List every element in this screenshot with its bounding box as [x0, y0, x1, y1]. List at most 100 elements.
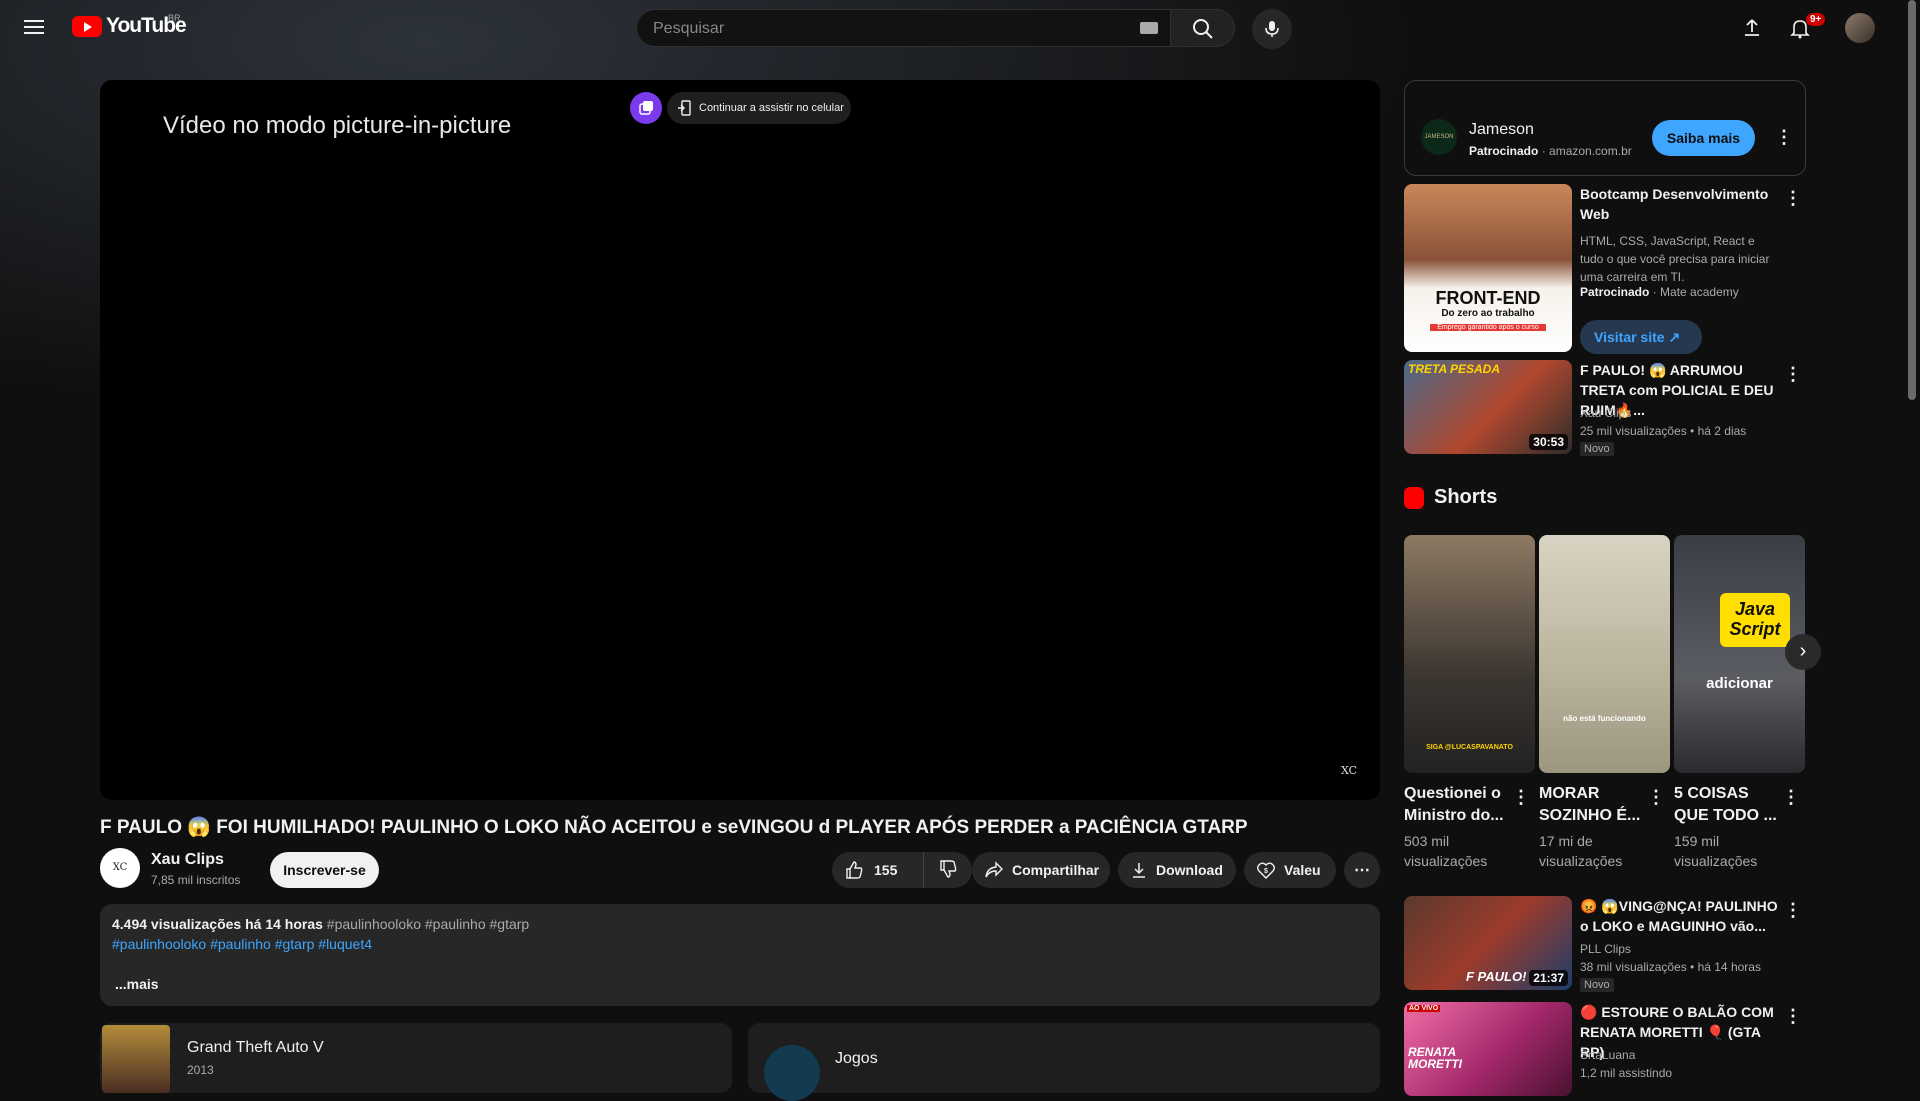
download-button[interactable]: Download: [1118, 852, 1236, 888]
ad-menu-icon[interactable]: ⋮: [1775, 125, 1793, 149]
video-menu-icon[interactable]: ⋮: [1784, 1004, 1802, 1028]
short-caption: não está funcionando: [1563, 714, 1646, 723]
game-year: 2013: [187, 1063, 214, 1077]
game-title: Grand Theft Auto V: [187, 1039, 324, 1056]
more-actions-button[interactable]: ⋯: [1344, 852, 1380, 888]
download-icon: [1133, 863, 1145, 878]
game-card[interactable]: Grand Theft Auto V 2013: [100, 1023, 732, 1093]
video-thumbnail: AO VIVO RENATA MORETTI: [1404, 1002, 1572, 1096]
ad-description: HTML, CSS, JavaScript, React e tudo o qu…: [1580, 234, 1770, 284]
advertiser-name: Jameson: [1469, 121, 1534, 138]
like-dislike-group: 155: [832, 852, 972, 888]
short-thumbnail: SIGA @LUCASPAVANATO: [1404, 535, 1535, 773]
account-avatar[interactable]: [1845, 13, 1875, 43]
voice-search-button[interactable]: [1252, 9, 1292, 49]
advertiser: · Mate academy: [1652, 285, 1739, 299]
game-cover: [102, 1025, 170, 1093]
hashtags[interactable]: #paulinhooloko #paulinho #gtarp #luquet4: [112, 936, 1368, 952]
region-code: BR: [168, 13, 181, 23]
search-button[interactable]: [1171, 9, 1235, 47]
visit-site-button[interactable]: Visitar site ↗: [1580, 320, 1702, 354]
short-menu-icon[interactable]: ⋮: [1782, 785, 1800, 809]
keyboard-icon[interactable]: [1140, 22, 1158, 34]
show-more-link[interactable]: ...mais: [115, 976, 159, 992]
short-item[interactable]: Java Script adicionar 5 COISAS QUE TODO …: [1674, 535, 1805, 871]
channel-name[interactable]: Xau Clips: [1580, 406, 1631, 420]
thumbs-down-icon: [940, 859, 957, 878]
pip-icon[interactable]: [630, 92, 662, 124]
channel-avatar[interactable]: XC: [100, 848, 140, 888]
like-button[interactable]: 155: [832, 852, 924, 888]
menu-icon[interactable]: [24, 18, 46, 36]
microphone-icon: [1265, 21, 1279, 37]
short-caption: SIGA @LUCASPAVANATO: [1426, 744, 1513, 751]
video-menu-icon[interactable]: ⋮: [1784, 362, 1802, 386]
short-views: 503 mil visualizações: [1404, 833, 1488, 869]
recommended-video[interactable]: TRETA PESADA 30:53 F PAULO! 😱 ARRUMOU TR…: [1404, 360, 1806, 456]
video-title: F PAULO 😱 FOI HUMILHADO! PAULINHO O LOKO…: [100, 817, 1248, 838]
live-viewers: 1,2 mil assistindo: [1580, 1066, 1673, 1080]
advertiser-logo: JAMESON: [1421, 119, 1457, 155]
thumb-title: FRONT-END: [1435, 288, 1541, 308]
description-box[interactable]: 4.494 visualizações há 14 horas #paulinh…: [100, 904, 1380, 1006]
shorts-icon: [1404, 486, 1424, 509]
new-badge: Novo: [1580, 978, 1614, 992]
search-input[interactable]: [651, 18, 1115, 40]
share-label: Compartilhar: [1012, 862, 1100, 878]
share-button[interactable]: Compartilhar: [972, 852, 1110, 888]
views-time: 4.494 visualizações há 14 horas: [112, 916, 323, 932]
new-badge: Novo: [1580, 442, 1614, 456]
video-menu-icon[interactable]: ⋮: [1784, 898, 1802, 922]
short-item[interactable]: não está funcionando MORAR SOZINHO É... …: [1539, 535, 1670, 871]
thanks-label: Valeu: [1284, 862, 1321, 878]
shorts-next-arrow-icon[interactable]: ›: [1785, 634, 1821, 670]
thumb-caption: F PAULO!: [1466, 969, 1527, 984]
short-title: MORAR SOZINHO É...: [1539, 785, 1641, 824]
channel-name[interactable]: SrtaLuana: [1580, 1048, 1635, 1062]
ad-domain: · amazon.com.br: [1541, 144, 1632, 158]
thumbs-up-icon: [846, 861, 863, 879]
thumb-caption: TRETA PESADA: [1408, 362, 1501, 376]
subscribe-button[interactable]: Inscrever-se: [270, 852, 379, 888]
sponsored-label: Patrocinado: [1580, 285, 1650, 299]
recommended-video[interactable]: F PAULO! 21:37 😡 😱VING@NÇA! PAULINHO o L…: [1404, 896, 1806, 992]
short-views: 17 mi de visualizações: [1539, 833, 1623, 869]
short-thumbnail: não está funcionando: [1539, 535, 1670, 773]
video-meta: 25 mil visualizações • há 2 dias: [1580, 424, 1747, 438]
video-menu-icon[interactable]: ⋮: [1784, 186, 1802, 210]
video-title: Bootcamp Desenvolvimento Web: [1580, 186, 1769, 222]
thumb-tag: Emprego garantido após o curso: [1430, 324, 1546, 331]
category-title: Jogos: [835, 1050, 878, 1067]
continue-on-phone-button[interactable]: Continuar a assistir no celular: [667, 92, 851, 124]
ad-sponsor-line: Patrocinado · Mate academy: [1580, 285, 1739, 299]
page-scrollbar[interactable]: [1908, 0, 1916, 400]
share-icon: [985, 861, 1003, 878]
channel-name[interactable]: PLL Clips: [1580, 942, 1631, 956]
thanks-button[interactable]: $ Valeu: [1244, 852, 1336, 888]
video-thumbnail: TRETA PESADA 30:53: [1404, 360, 1572, 454]
video-thumbnail: F PAULO! 21:37: [1404, 896, 1572, 990]
short-menu-icon[interactable]: ⋮: [1647, 785, 1665, 809]
search-box[interactable]: [636, 9, 1171, 47]
search-icon: [1193, 19, 1213, 39]
sponsored-video[interactable]: FRONT-END Do zero ao trabalho Emprego ga…: [1404, 184, 1806, 354]
short-caption: adicionar: [1706, 675, 1773, 692]
pip-message: Vídeo no modo picture-in-picture: [163, 112, 512, 139]
video-meta: 38 mil visualizações • há 14 horas: [1580, 960, 1761, 974]
shorts-header: Shorts: [1404, 486, 1497, 509]
short-title: 5 COISAS QUE TODO ...: [1674, 785, 1777, 824]
recommended-live-video[interactable]: AO VIVO RENATA MORETTI 🔴 ESTOURE O BALÃO…: [1404, 1002, 1806, 1096]
channel-name[interactable]: Xau Clips: [151, 851, 224, 869]
short-item[interactable]: SIGA @LUCASPAVANATO Questionei o Ministr…: [1404, 535, 1535, 871]
sponsored-ad[interactable]: JAMESON Jameson Patrocinado · amazon.com…: [1404, 80, 1806, 176]
video-player[interactable]: Vídeo no modo picture-in-picture Continu…: [100, 80, 1380, 800]
thumb-subtitle: Do zero ao trabalho: [1441, 308, 1535, 319]
short-views: 159 mil visualizações: [1674, 833, 1758, 869]
more-horiz-icon: ⋯: [1354, 862, 1370, 879]
ad-thumbnail: FRONT-END Do zero ao trabalho Emprego ga…: [1404, 184, 1572, 352]
category-card[interactable]: Jogos: [748, 1023, 1380, 1101]
dislike-button[interactable]: [924, 859, 958, 882]
learn-more-button[interactable]: Saiba mais: [1652, 120, 1755, 156]
short-menu-icon[interactable]: ⋮: [1512, 785, 1530, 809]
upload-icon[interactable]: [1740, 16, 1764, 40]
